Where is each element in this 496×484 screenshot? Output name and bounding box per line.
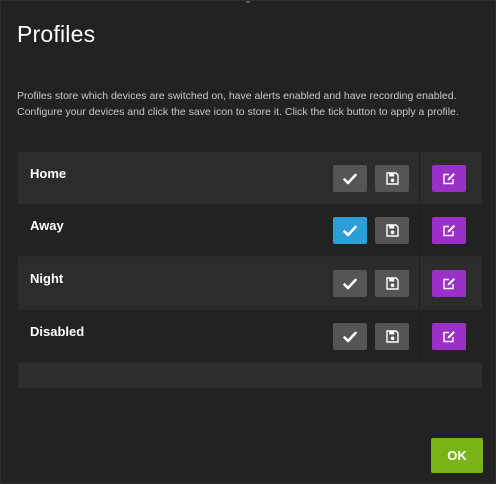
profile-name: Home (30, 166, 67, 181)
floppy-disk-icon (385, 330, 399, 343)
pencil-square-icon (442, 225, 455, 237)
floppy-disk-icon (385, 224, 399, 237)
apply-profile-button[interactable] (333, 270, 367, 297)
save-profile-button[interactable] (375, 165, 409, 192)
row-divider (419, 152, 420, 204)
profile-name: Away (30, 218, 64, 233)
apply-profile-button[interactable] (333, 217, 367, 244)
profile-name: Night (30, 271, 64, 286)
pencil-square-icon (442, 173, 455, 185)
floppy-disk-icon (385, 172, 399, 185)
profiles-table: Home Away Night Disabled (18, 152, 482, 388)
edit-profile-button[interactable] (432, 270, 466, 297)
floppy-disk-icon (385, 277, 399, 290)
save-profile-button[interactable] (375, 323, 409, 350)
profiles-dialog: Profiles Profiles store which devices ar… (0, 0, 496, 484)
apply-profile-button[interactable] (333, 165, 367, 192)
apply-profile-button[interactable] (333, 323, 367, 350)
check-icon (343, 225, 357, 236)
check-icon (343, 278, 357, 289)
edit-profile-button[interactable] (432, 323, 466, 350)
profile-name: Disabled (30, 324, 85, 339)
save-profile-button[interactable] (375, 270, 409, 297)
profile-row-disabled: Disabled (18, 310, 482, 362)
profile-row-home: Home (18, 152, 482, 204)
dialog-title: Profiles (17, 21, 96, 47)
pencil-square-icon (442, 278, 455, 290)
edit-profile-button[interactable] (432, 165, 466, 192)
row-divider (419, 204, 420, 256)
table-footer (18, 364, 482, 388)
dialog-description: Profiles store which devices are switche… (17, 90, 459, 118)
dialog-top-marker (246, 1, 250, 3)
check-icon (343, 173, 357, 184)
profile-row-night: Night (18, 257, 482, 309)
row-divider (419, 310, 420, 362)
row-divider (419, 257, 420, 309)
profile-row-away: Away (18, 204, 482, 256)
save-profile-button[interactable] (375, 217, 409, 244)
pencil-square-icon (442, 331, 455, 343)
check-icon (343, 331, 357, 342)
edit-profile-button[interactable] (432, 217, 466, 244)
ok-button[interactable]: OK (431, 438, 483, 473)
